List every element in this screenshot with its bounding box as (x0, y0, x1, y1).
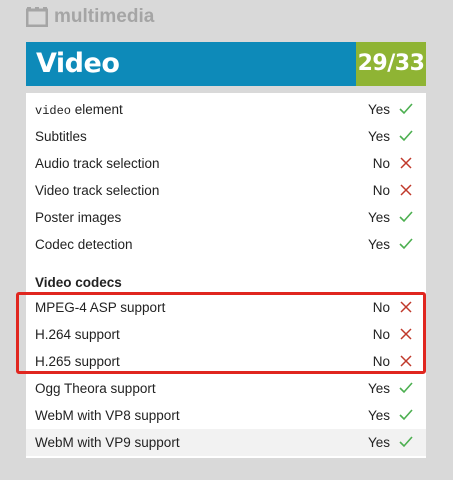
film-frame-icon (26, 7, 48, 27)
feature-label: Poster images (35, 210, 122, 225)
check-icon (399, 408, 413, 422)
feature-row[interactable]: video element Yes (26, 96, 426, 123)
feature-label: Subtitles (35, 129, 87, 144)
feature-row[interactable]: Audio track selection No (26, 150, 426, 177)
feature-row[interactable]: Subtitles Yes (26, 123, 426, 150)
feature-result: Yes (367, 129, 390, 144)
codec-result: No (372, 327, 390, 342)
cross-icon (399, 327, 413, 341)
codec-result: Yes (367, 381, 390, 396)
codec-label: WebM with VP9 support (35, 435, 180, 450)
section-header: multimedia (26, 6, 154, 28)
cross-icon (399, 354, 413, 368)
check-icon (399, 210, 413, 224)
check-icon (399, 435, 413, 449)
feature-row[interactable]: Poster images Yes (26, 204, 426, 231)
codec-label: Ogg Theora support (35, 381, 156, 396)
codec-label: H.264 support (35, 327, 120, 342)
feature-result: Yes (367, 237, 390, 252)
codec-row[interactable]: WebM with VP8 support Yes (26, 402, 426, 429)
feature-result: No (372, 156, 390, 171)
feature-row[interactable]: Video track selection No (26, 177, 426, 204)
cross-icon (399, 156, 413, 170)
codec-label: H.265 support (35, 354, 120, 369)
feature-result: No (372, 183, 390, 198)
codec-result: No (372, 300, 390, 315)
section-name: multimedia (54, 6, 155, 27)
feature-label: Audio track selection (35, 156, 160, 171)
feature-row[interactable]: Codec detection Yes (26, 231, 426, 258)
feature-list: video element Yes Subtitles Yes Audio tr… (26, 93, 426, 458)
check-icon (399, 381, 413, 395)
cross-icon (399, 183, 413, 197)
feature-label: Video track selection (35, 183, 160, 198)
codec-result: Yes (367, 408, 390, 423)
feature-code: video (35, 103, 72, 118)
codec-result: Yes (367, 435, 390, 450)
category-title: Video (26, 42, 356, 86)
check-icon (399, 129, 413, 143)
group-title: Video codecs (35, 275, 122, 290)
codec-row[interactable]: MPEG-4 ASP support No (26, 294, 426, 321)
feature-label: Codec detection (35, 237, 133, 252)
feature-result: Yes (367, 102, 390, 117)
category-score: 29/33 (356, 42, 426, 86)
check-icon (399, 237, 413, 251)
codec-row[interactable]: H.264 support No (26, 321, 426, 348)
codec-row[interactable]: Ogg Theora support Yes (26, 375, 426, 402)
feature-label: video element (35, 101, 123, 118)
cross-icon (399, 300, 413, 314)
feature-result: Yes (367, 210, 390, 225)
codec-label: MPEG-4 ASP support (35, 300, 166, 315)
codec-row[interactable]: H.265 support No (26, 348, 426, 375)
codec-label: WebM with VP8 support (35, 408, 180, 423)
codec-row[interactable]: WebM with VP9 support Yes (26, 429, 426, 456)
check-icon (399, 102, 413, 116)
codec-result: No (372, 354, 390, 369)
category-banner: Video 29/33 (26, 42, 426, 86)
